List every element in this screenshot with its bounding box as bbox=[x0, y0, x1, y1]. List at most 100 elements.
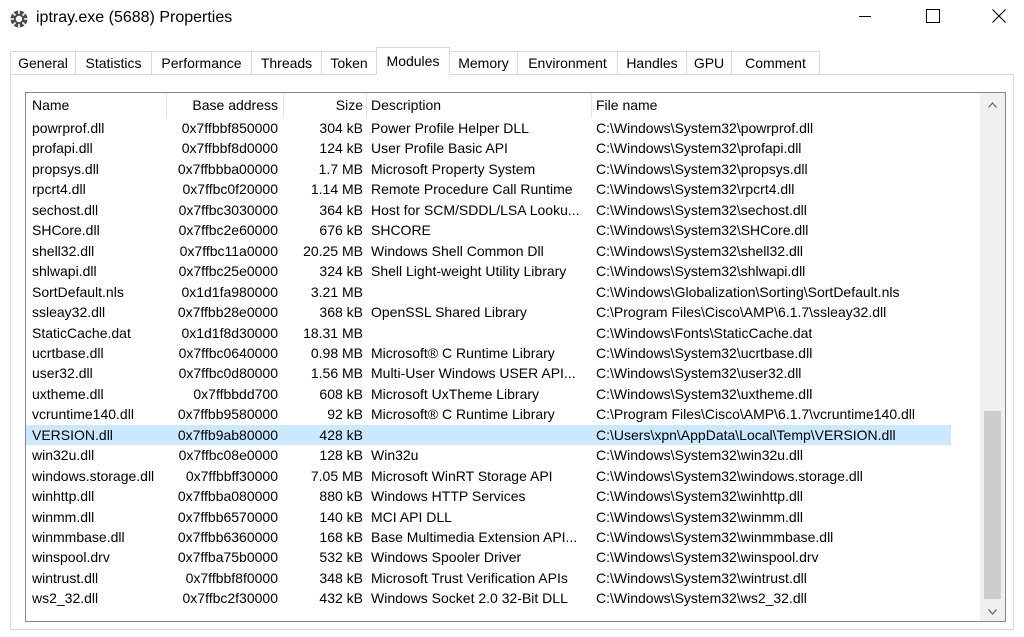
cell-size: 140 kB bbox=[319, 508, 363, 525]
cell-base-address: 0x7ffbc08e0000 bbox=[178, 447, 278, 464]
table-row[interactable]: SortDefault.nls 0x1d1fa980000 3.21 MB C:\Wi… bbox=[26, 282, 951, 302]
column-divider[interactable] bbox=[366, 93, 367, 118]
table-row[interactable]: winmmbase.dll 0x7ffbb6360000 168 kB Base Mu… bbox=[26, 527, 951, 547]
cell-base-address: 0x7ffb9ab80000 bbox=[177, 426, 278, 443]
cell-size: 304 kB bbox=[319, 120, 363, 136]
cell-name: ws2_32.dll bbox=[32, 590, 99, 607]
cell-file-name: C:\Windows\System32\user32.dll bbox=[596, 365, 802, 382]
table-row[interactable]: shlwapi.dll 0x7ffbc25e0000 324 kB Shell Lig… bbox=[26, 261, 951, 281]
cell-description: Win32u bbox=[371, 447, 419, 464]
cell-description: Shell Light-weight Utility Library bbox=[371, 263, 567, 280]
cell-base-address: 0x7ffbbdd700 bbox=[193, 385, 278, 402]
title-bar[interactable]: iptray.exe (5688) Properties bbox=[0, 0, 1024, 38]
cell-name: winmm.dll bbox=[32, 508, 95, 525]
table-row[interactable]: vcruntime140.dll 0x7ffbb9580000 92 kB Micro… bbox=[26, 404, 951, 424]
cell-base-address: 0x7ffba75b0000 bbox=[177, 549, 278, 566]
close-button[interactable] bbox=[976, 0, 1022, 36]
table-row[interactable]: wintrust.dll 0x7ffbbf8f0000 348 kB Microsof… bbox=[26, 568, 951, 588]
table-row[interactable]: uxtheme.dll 0x7ffbbdd700 608 kB Microsoft U… bbox=[26, 384, 951, 404]
maximize-button[interactable] bbox=[910, 0, 956, 36]
table-row[interactable]: powrprof.dll 0x7ffbbf850000 304 kB Power Pr… bbox=[26, 118, 951, 138]
table-row[interactable]: SHCore.dll 0x7ffbc2e60000 676 kB SHCORE C:\W… bbox=[26, 220, 951, 240]
column-divider[interactable] bbox=[283, 93, 284, 118]
tab-performance[interactable]: Performance bbox=[151, 51, 252, 74]
table-row[interactable]: ws2_32.dll 0x7ffbc2f30000 432 kB Windows So… bbox=[26, 588, 951, 608]
table-row[interactable]: winhttp.dll 0x7ffbba080000 880 kB Windows H… bbox=[26, 486, 951, 506]
cell-size: 364 kB bbox=[319, 201, 363, 218]
minimize-button[interactable] bbox=[842, 0, 888, 36]
tab-modules[interactable]: Modules bbox=[376, 47, 450, 75]
cell-description: Base Multimedia Extension API... bbox=[371, 529, 578, 545]
list-header: Name Base address Size Description File … bbox=[26, 93, 981, 118]
cell-size: 368 kB bbox=[319, 304, 363, 321]
chevron-down-icon bbox=[988, 602, 997, 620]
scroll-down-button[interactable] bbox=[980, 602, 1005, 619]
table-row[interactable]: sechost.dll 0x7ffbc3030000 364 kB Host for … bbox=[26, 200, 951, 220]
tab-threads[interactable]: Threads bbox=[251, 51, 322, 74]
cell-file-name: C:\Windows\System32\wintrust.dll bbox=[596, 569, 807, 586]
vertical-scrollbar[interactable] bbox=[980, 93, 1005, 621]
table-row[interactable]: rpcrt4.dll 0x7ffbc0f20000 1.14 MB Remote Pr… bbox=[26, 179, 951, 199]
cell-base-address: 0x7ffbc11a0000 bbox=[179, 242, 278, 259]
column-divider[interactable] bbox=[591, 93, 592, 118]
cell-name: win32u.dll bbox=[32, 447, 95, 464]
cell-size: 432 kB bbox=[319, 590, 363, 607]
table-row[interactable]: winmm.dll 0x7ffbb6570000 140 kB MCI API DLL… bbox=[26, 507, 951, 527]
column-header-file-name[interactable]: File name bbox=[596, 93, 951, 118]
column-header-name[interactable]: Name bbox=[32, 93, 162, 118]
cell-description: Windows Spooler Driver bbox=[371, 549, 522, 566]
cell-description: Windows HTTP Services bbox=[371, 488, 526, 505]
cell-file-name: C:\Windows\System32\winmmbase.dll bbox=[596, 529, 834, 545]
cell-name: winhttp.dll bbox=[32, 488, 95, 505]
table-row[interactable]: profapi.dll 0x7ffbbf8d0000 124 kB User Prof… bbox=[26, 138, 951, 158]
tab-comment[interactable]: Comment bbox=[731, 51, 820, 74]
cell-base-address: 0x7ffbc0640000 bbox=[178, 344, 278, 361]
modules-list[interactable]: Name Base address Size Description File … bbox=[25, 92, 1006, 622]
table-row[interactable]: ssleay32.dll 0x7ffbb28e0000 368 kB OpenSSL … bbox=[26, 302, 951, 322]
cell-size: 880 kB bbox=[319, 488, 363, 505]
cell-base-address: 0x7ffbb6570000 bbox=[177, 508, 278, 525]
column-header-size[interactable]: Size bbox=[288, 93, 363, 118]
tab-statistics[interactable]: Statistics bbox=[75, 51, 152, 74]
scroll-thumb[interactable] bbox=[984, 411, 1001, 599]
column-header-description[interactable]: Description bbox=[371, 93, 586, 118]
tab-token[interactable]: Token bbox=[321, 51, 377, 74]
table-row[interactable]: VERSION.dll 0x7ffb9ab80000 428 kB C:\Users\… bbox=[26, 424, 951, 445]
chevron-up-icon bbox=[988, 95, 997, 113]
cell-size: 18.31 MB bbox=[303, 324, 363, 341]
cell-size: 20.25 MB bbox=[303, 242, 363, 259]
table-row[interactable]: user32.dll 0x7ffbc0d80000 1.56 MB Multi-Use… bbox=[26, 363, 951, 383]
table-row[interactable]: ucrtbase.dll 0x7ffbc0640000 0.98 MB Microso… bbox=[26, 343, 951, 363]
column-header-base-address[interactable]: Base address bbox=[166, 93, 278, 118]
table-row[interactable]: shell32.dll 0x7ffbc11a0000 20.25 MB Windows… bbox=[26, 241, 951, 261]
tab-gpu[interactable]: GPU bbox=[686, 51, 732, 74]
cell-file-name: C:\Windows\System32\rpcrt4.dll bbox=[596, 181, 795, 198]
table-row[interactable]: win32u.dll 0x7ffbc08e0000 128 kB Win32u C:\W… bbox=[26, 445, 951, 465]
tab-handles[interactable]: Handles bbox=[617, 51, 687, 74]
cell-name: profapi.dll bbox=[32, 140, 93, 157]
cell-base-address: 0x7ffbb28e0000 bbox=[177, 304, 278, 321]
cell-name: ucrtbase.dll bbox=[32, 344, 104, 361]
table-row[interactable]: StaticCache.dat 0x1d1f8d30000 18.31 MB C:\W… bbox=[26, 323, 951, 343]
scroll-up-button[interactable] bbox=[980, 95, 1005, 112]
table-row[interactable]: propsys.dll 0x7ffbbba00000 1.7 MB Microsoft… bbox=[26, 159, 951, 179]
tab-memory[interactable]: Memory bbox=[449, 51, 518, 74]
cell-size: 128 kB bbox=[319, 447, 363, 464]
tab-general[interactable]: General bbox=[10, 51, 76, 74]
cell-size: 324 kB bbox=[319, 263, 363, 280]
cell-size: 676 kB bbox=[319, 222, 363, 239]
cell-name: VERSION.dll bbox=[32, 426, 113, 443]
table-row[interactable]: windows.storage.dll 0x7ffbbff30000 7.05 MB… bbox=[26, 466, 951, 486]
cell-name: shlwapi.dll bbox=[32, 263, 97, 280]
cell-name: powrprof.dll bbox=[32, 120, 105, 136]
cell-size: 532 kB bbox=[319, 549, 363, 566]
window-title: iptray.exe (5688) Properties bbox=[36, 9, 233, 26]
cell-size: 1.56 MB bbox=[310, 365, 363, 382]
tab-environment[interactable]: Environment bbox=[517, 51, 618, 74]
cell-description: Power Profile Helper DLL bbox=[371, 120, 529, 136]
cell-base-address: 0x1d1fa980000 bbox=[181, 283, 278, 300]
cell-base-address: 0x7ffbbf8d0000 bbox=[181, 140, 278, 157]
cell-description: Microsoft® C Runtime Library bbox=[371, 406, 555, 423]
table-row[interactable]: winspool.drv 0x7ffba75b0000 532 kB Windows … bbox=[26, 547, 951, 567]
cell-name: sechost.dll bbox=[32, 201, 99, 218]
